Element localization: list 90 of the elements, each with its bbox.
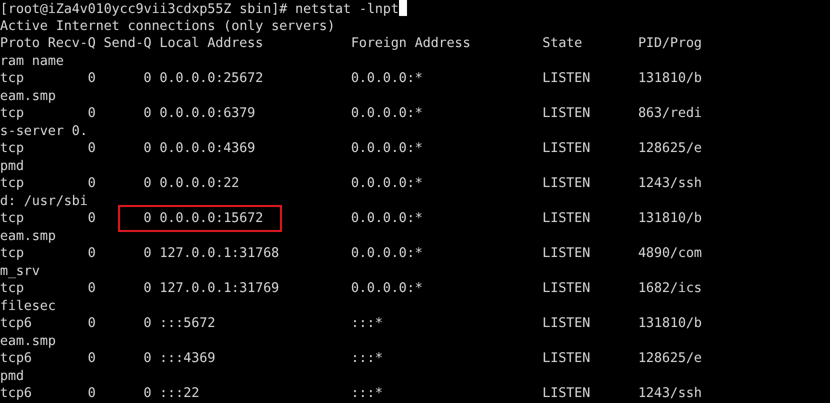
column-header: Foreign Address — [350, 35, 472, 52]
table-cell: 131810/b — [638, 315, 702, 332]
table-cell-text: :::* — [350, 385, 384, 402]
column-header: ram name — [0, 54, 64, 68]
table-cell-text: LISTEN — [542, 140, 592, 158]
table-cell-text: 0 — [142, 210, 152, 228]
column-header: Recv-Q — [48, 35, 96, 52]
table-cell: 1243/ssh — [638, 385, 702, 402]
table-cell-text: 0.0.0.0:6379 — [160, 105, 256, 122]
table-cell: d: /usr/sbi — [0, 192, 88, 210]
table-cell: eam.smp — [0, 332, 56, 350]
table-cell-text: 0 — [86, 385, 96, 402]
table-cell-text: 0 — [142, 70, 152, 88]
table-cell-text: 127.0.0.1:31769 — [160, 280, 280, 298]
table-cell-text: tcp — [0, 105, 25, 122]
table-cell-text: LISTEN — [542, 245, 592, 262]
table-cell-text: LISTEN — [542, 175, 592, 192]
table-cell-text: 0.0.0.0:* — [350, 140, 424, 158]
table-cell-text: :::4369 — [160, 350, 216, 368]
table-cell-text: 127.0.0.1:31768 — [160, 245, 280, 262]
table-cell: pmd — [0, 158, 24, 175]
table-cell-text: 0 — [142, 350, 152, 368]
column-header: State — [542, 35, 584, 52]
table-cell-text: tcp — [0, 280, 25, 298]
table-cell-text: 0.0.0.0:4369 — [160, 140, 256, 158]
table-cell-text: 0.0.0.0:* — [350, 210, 424, 228]
table-cell: filesec — [0, 298, 56, 315]
table-cell-text: LISTEN — [542, 315, 592, 332]
column-header: Send-Q — [104, 35, 152, 52]
column-header: PID/Prog — [638, 35, 702, 52]
table-cell-text: tcp — [0, 70, 25, 88]
table-cell-text: LISTEN — [542, 210, 592, 228]
table-cell: s-server 0. — [0, 122, 88, 140]
table-cell-text: :::* — [350, 350, 384, 368]
table-cell-text: 0 — [142, 105, 152, 122]
table-cell-text: 0.0.0.0:25672 — [160, 70, 264, 88]
table-cell: 1682/ics — [638, 280, 702, 298]
table-cell-text: LISTEN — [542, 350, 592, 368]
table-cell-text: tcp — [0, 210, 25, 228]
column-header: Proto — [0, 35, 40, 52]
table-cell-text: 0 — [86, 105, 96, 122]
table-cell: 4890/com — [638, 245, 702, 262]
table-cell-text: 0 — [142, 140, 152, 158]
table-cell-text: 0 — [142, 315, 152, 332]
table-cell: 1243/ssh — [638, 175, 702, 192]
table-cell-text: 0 — [86, 315, 96, 332]
table-cell-text: :::5672 — [160, 315, 216, 332]
table-cell-text: LISTEN — [542, 105, 592, 122]
table-cell-text: LISTEN — [542, 280, 592, 298]
table-cell-text: tcp — [0, 245, 25, 262]
table-cell: 128625/e — [638, 350, 702, 368]
table-cell: m_srv — [0, 262, 40, 280]
table-cell: eam.smp — [0, 88, 56, 105]
table-cell-text: 0 — [142, 245, 152, 262]
table-cell-text: 0 — [86, 245, 96, 262]
table-cell: eam.smp — [0, 228, 56, 245]
table-cell-text: LISTEN — [542, 385, 592, 402]
table-cell-text: LISTEN — [542, 70, 592, 88]
column-header: Local Address — [160, 35, 264, 52]
table-cell: 131810/b — [638, 210, 702, 228]
table-cell: 128625/e — [638, 140, 702, 158]
table-cell-text: :::22 — [160, 385, 200, 402]
table-cell-text: 0.0.0.0:* — [350, 175, 424, 192]
table-cell-text: 0 — [142, 385, 152, 402]
table-cell-text: 0.0.0.0:* — [350, 70, 424, 88]
table-cell-text: :::* — [350, 315, 384, 332]
table-cell: pmd — [0, 368, 24, 385]
output-text: Active Internet connections (only servers) — [0, 18, 336, 34]
table-cell-text: 0 — [142, 280, 152, 298]
table-cell-text: tcp6 — [0, 350, 33, 368]
table-cell-text: 0 — [142, 175, 152, 192]
table-cell-text: tcp6 — [0, 315, 33, 332]
table-cell-text: 0 — [86, 210, 96, 228]
table-cell-text: 0.0.0.0:15672 — [160, 210, 264, 228]
table-cell-text: 0.0.0.0:22 — [160, 175, 240, 192]
table-cell-text: tcp — [0, 140, 25, 158]
table-cell-text: 0.0.0.0:* — [350, 245, 424, 262]
table-cell-text: tcp — [0, 175, 25, 192]
command-line: [root@iZa4v010ycc9vii3cdxp55Z sbin]# netstat -lnpt — [0, 2, 399, 17]
table-cell-text: tcp6 — [0, 385, 33, 402]
table-cell-text: 0.0.0.0:* — [350, 280, 424, 298]
table-cell-text: 0 — [86, 350, 96, 368]
table-cell-text: 0 — [86, 280, 96, 298]
cursor-block — [398, 0, 407, 16]
table-cell: 863/redi — [638, 105, 702, 122]
table-cell: 131810/b — [638, 70, 702, 88]
table-cell-text: 0 — [86, 175, 96, 192]
table-cell-text: 0 — [86, 70, 96, 88]
table-cell-text: 0.0.0.0:* — [350, 105, 424, 122]
table-cell-text: 0 — [86, 140, 96, 158]
